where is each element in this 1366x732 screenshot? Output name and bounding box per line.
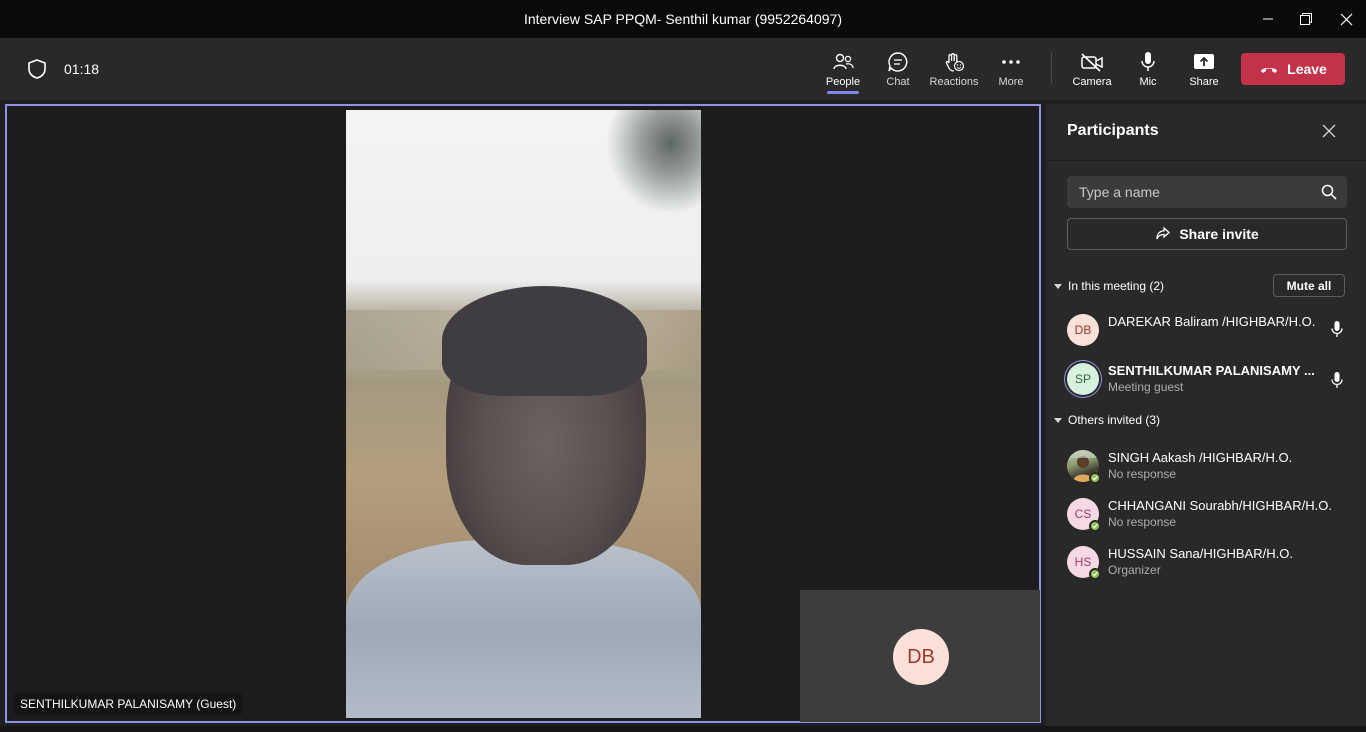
window-title: Interview SAP PPQM- Senthil kumar (99522… bbox=[523, 11, 842, 27]
participant-role: Meeting guest bbox=[1108, 380, 1184, 394]
minimize-icon bbox=[1263, 18, 1273, 20]
participant-name: CHHANGANI Sourabh/HIGHBAR/H.O. bbox=[1108, 498, 1332, 513]
share-invite-label: Share invite bbox=[1179, 226, 1259, 242]
leave-button[interactable]: Leave bbox=[1241, 53, 1345, 85]
avatar: DB bbox=[1067, 314, 1099, 346]
participant-row[interactable]: SP SENTHILKUMAR PALANISAMY ... Meeting g… bbox=[1067, 361, 1357, 401]
share-icon bbox=[1156, 226, 1171, 240]
close-icon bbox=[1322, 124, 1336, 138]
speaker-name-tag: SENTHILKUMAR PALANISAMY (Guest) bbox=[14, 693, 243, 715]
video-background-tree bbox=[601, 110, 701, 220]
participant-row[interactable]: HS HUSSAIN Sana/HIGHBAR/H.O. Organizer bbox=[1067, 544, 1357, 584]
close-window-button[interactable] bbox=[1334, 8, 1358, 30]
search-icon[interactable] bbox=[1321, 184, 1337, 205]
share-label: Share bbox=[1189, 76, 1219, 88]
chevron-down-icon bbox=[1054, 417, 1062, 423]
avatar: SP bbox=[1067, 363, 1099, 395]
participant-name: SINGH Aakash /HIGHBAR/H.O. bbox=[1108, 450, 1293, 465]
others-invited-section-header[interactable]: Others invited (3) bbox=[1054, 413, 1160, 427]
available-status-icon bbox=[1089, 472, 1101, 484]
self-video-tile[interactable]: DB bbox=[800, 590, 1040, 722]
in-meeting-label: In this meeting (2) bbox=[1068, 279, 1165, 293]
mic-label: Mic bbox=[1139, 76, 1157, 88]
close-panel-button[interactable] bbox=[1322, 124, 1338, 140]
toolbar-divider bbox=[1051, 52, 1052, 84]
participants-panel: Participants Share invite In this meetin… bbox=[1046, 104, 1366, 732]
participant-video bbox=[346, 110, 701, 718]
camera-off-icon bbox=[1064, 50, 1120, 74]
more-icon bbox=[983, 50, 1039, 74]
participant-role: Organizer bbox=[1108, 563, 1161, 577]
share-screen-icon bbox=[1176, 50, 1232, 74]
minimize-button[interactable] bbox=[1256, 8, 1280, 30]
panel-divider bbox=[1046, 160, 1366, 161]
people-button[interactable]: People bbox=[815, 50, 871, 94]
meeting-toolbar: 01:18 People Chat Reactions More Camera bbox=[0, 38, 1366, 100]
share-button[interactable]: Share bbox=[1176, 50, 1232, 88]
participant-status: No response bbox=[1108, 515, 1177, 529]
in-meeting-section-header[interactable]: In this meeting (2) bbox=[1054, 279, 1164, 293]
participant-row[interactable]: DB DAREKAR Baliram /HIGHBAR/H.O. bbox=[1067, 312, 1357, 352]
search-input[interactable] bbox=[1067, 176, 1307, 208]
restore-icon bbox=[1300, 13, 1312, 25]
leave-label: Leave bbox=[1287, 61, 1327, 77]
camera-button[interactable]: Camera bbox=[1064, 50, 1120, 88]
participant-row[interactable]: CS CHHANGANI Sourabh/HIGHBAR/H.O. No res… bbox=[1067, 496, 1357, 536]
people-label: People bbox=[825, 76, 861, 88]
participant-name: DAREKAR Baliram /HIGHBAR/H.O. bbox=[1108, 314, 1316, 329]
chevron-down-icon bbox=[1054, 283, 1062, 289]
participant-status: No response bbox=[1108, 467, 1177, 481]
video-person-shirt bbox=[346, 540, 701, 718]
hang-up-icon bbox=[1261, 68, 1278, 73]
mic-button[interactable]: Mic bbox=[1120, 50, 1176, 88]
available-status-icon bbox=[1089, 568, 1101, 580]
active-tab-indicator bbox=[827, 91, 859, 94]
meeting-timer: 01:18 bbox=[64, 61, 100, 77]
reactions-button[interactable]: Reactions bbox=[926, 50, 982, 88]
maximize-button[interactable] bbox=[1294, 8, 1318, 30]
title-bar: Interview SAP PPQM- Senthil kumar (99522… bbox=[0, 0, 1366, 38]
chat-icon bbox=[870, 50, 926, 74]
video-person-hair bbox=[442, 286, 647, 396]
microphone-icon bbox=[1331, 371, 1343, 394]
camera-label: Camera bbox=[1072, 76, 1112, 88]
others-invited-label: Others invited (3) bbox=[1068, 413, 1161, 427]
reactions-label: Reactions bbox=[929, 76, 979, 88]
panel-title: Participants bbox=[1067, 122, 1159, 139]
available-status-icon bbox=[1089, 520, 1101, 532]
chat-label: Chat bbox=[886, 76, 910, 88]
chat-button[interactable]: Chat bbox=[870, 50, 926, 88]
mute-all-button[interactable]: Mute all bbox=[1273, 274, 1345, 297]
more-button[interactable]: More bbox=[983, 50, 1039, 88]
participant-name: SENTHILKUMAR PALANISAMY ... bbox=[1108, 363, 1315, 378]
bottom-edge bbox=[0, 726, 1366, 732]
shield-icon[interactable] bbox=[26, 58, 48, 85]
raise-hand-icon bbox=[926, 50, 982, 74]
share-invite-button[interactable]: Share invite bbox=[1067, 218, 1347, 250]
more-label: More bbox=[998, 76, 1024, 88]
participant-row[interactable]: SINGH Aakash /HIGHBAR/H.O. No response bbox=[1067, 448, 1357, 488]
microphone-icon bbox=[1120, 50, 1176, 74]
people-icon bbox=[815, 50, 871, 74]
participant-name: HUSSAIN Sana/HIGHBAR/H.O. bbox=[1108, 546, 1293, 561]
self-avatar: DB bbox=[893, 629, 949, 685]
microphone-icon bbox=[1331, 320, 1343, 343]
close-icon bbox=[1340, 13, 1352, 25]
participant-search[interactable] bbox=[1067, 176, 1347, 208]
